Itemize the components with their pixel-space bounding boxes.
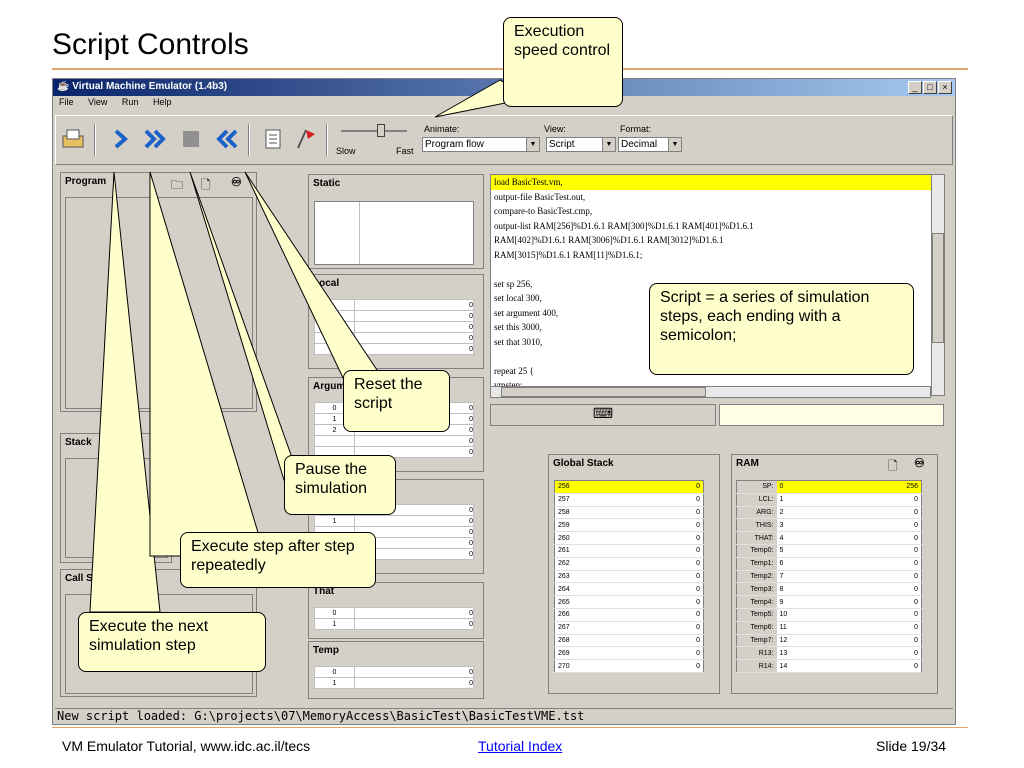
callout-speed: Execution speed control bbox=[503, 17, 623, 107]
footer-right: Slide 19/34 bbox=[876, 738, 947, 754]
callout-script: Script = a series of simulation steps, e… bbox=[649, 283, 914, 375]
callout-next: Execute the next simulation step bbox=[78, 612, 266, 672]
callout-reset: Reset the script bbox=[343, 370, 450, 432]
callout-pause: Pause the simulation bbox=[284, 455, 396, 515]
tutorial-index-link[interactable]: Tutorial Index bbox=[478, 738, 562, 754]
footer-left: VM Emulator Tutorial, www.idc.ac.il/tecs bbox=[62, 738, 311, 754]
callout-repeat: Execute step after step repeatedly bbox=[180, 532, 376, 588]
footer-rule bbox=[52, 727, 968, 728]
